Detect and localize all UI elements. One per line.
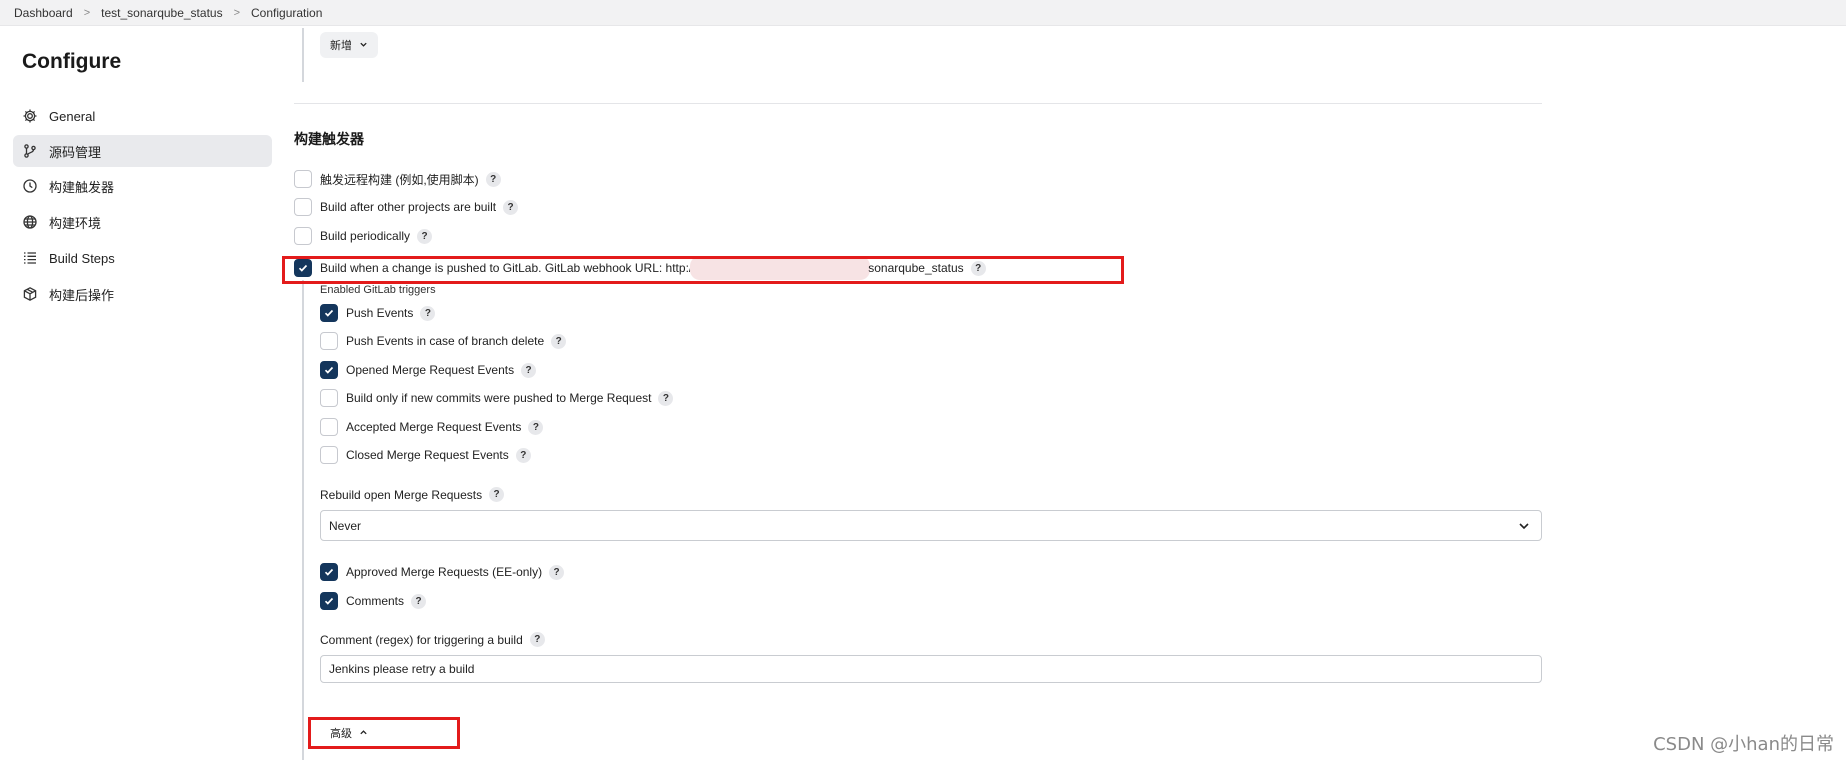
help-icon[interactable]: ? — [529, 632, 545, 647]
rebuild-mr-label: Rebuild open Merge Requests — [320, 487, 483, 502]
trigger-comments[interactable]: Comments ? — [320, 592, 427, 610]
trigger-remote-build[interactable]: 触发远程构建 (例如,使用脚本) ? — [294, 170, 501, 188]
check-icon — [324, 568, 334, 576]
check-icon — [324, 597, 334, 605]
sidebar-item-label: 源码管理 — [49, 144, 102, 160]
sidebar-item-build-steps[interactable]: Build Steps — [13, 242, 272, 274]
clock-icon — [22, 178, 38, 194]
globe-icon — [22, 214, 38, 230]
highlight-box-advanced — [308, 717, 460, 749]
sidebar-item-label: 构建后操作 — [49, 287, 115, 303]
trigger-label: Build periodically — [320, 229, 411, 243]
checkbox-checked[interactable] — [320, 563, 338, 581]
help-icon[interactable]: ? — [411, 593, 427, 609]
gitlab-triggers-label: Enabled GitLab triggers — [320, 284, 436, 296]
sidebar-item-label: Build Steps — [49, 250, 115, 266]
help-icon[interactable]: ? — [485, 171, 501, 187]
section-guide-line — [302, 280, 304, 760]
help-icon[interactable]: ? — [420, 305, 436, 321]
trigger-approved-mr[interactable]: Approved Merge Requests (EE-only) ? — [320, 563, 565, 581]
comment-regex-label-row: Comment (regex) for triggering a build ? — [320, 632, 545, 647]
rebuild-mr-label-row: Rebuild open Merge Requests ? — [320, 487, 505, 502]
rebuild-mr-select[interactable]: Never — [320, 510, 1542, 541]
help-icon[interactable]: ? — [417, 228, 433, 244]
checkbox[interactable] — [294, 198, 312, 216]
sidebar-item-general[interactable]: General — [13, 100, 272, 132]
trigger-label: 触发远程构建 (例如,使用脚本) — [320, 172, 479, 187]
checkbox[interactable] — [320, 446, 338, 464]
breadcrumb: Dashboard > test_sonarqube_status > Conf… — [0, 0, 1846, 26]
checkbox-checked[interactable] — [320, 304, 338, 322]
trigger-build-periodically[interactable]: Build periodically ? — [294, 227, 433, 245]
sidebar-item-post-build[interactable]: 构建后操作 — [13, 278, 272, 310]
trigger-after-other-projects[interactable]: Build after other projects are built ? — [294, 198, 519, 216]
gitlab-trigger-accepted-mr[interactable]: Accepted Merge Request Events ? — [320, 418, 544, 436]
highlight-box-gitlab-trigger — [282, 256, 1124, 284]
comment-regex-input[interactable] — [320, 655, 1542, 683]
add-dropdown-button[interactable]: 新增 — [320, 32, 378, 58]
comment-regex-label: Comment (regex) for triggering a build — [320, 632, 523, 647]
list-icon — [22, 250, 38, 266]
check-icon — [324, 309, 334, 317]
section-title: 构建触发器 — [294, 131, 364, 147]
trigger-label: Comments — [346, 594, 405, 608]
sidebar-item-build-triggers[interactable]: 构建触发器 — [13, 170, 272, 202]
page-title: Configure — [22, 50, 122, 73]
breadcrumb-separator: > — [233, 6, 241, 19]
trigger-label: Build only if new commits were pushed to… — [346, 391, 652, 405]
checkbox[interactable] — [294, 227, 312, 245]
help-icon[interactable]: ? — [528, 419, 544, 435]
help-icon[interactable]: ? — [551, 333, 567, 349]
checkbox[interactable] — [320, 418, 338, 436]
chevron-down-icon — [1517, 519, 1531, 533]
gitlab-trigger-push-events[interactable]: Push Events ? — [320, 304, 436, 322]
sidebar-item-build-env[interactable]: 构建环境 — [13, 206, 272, 238]
help-icon[interactable]: ? — [489, 487, 505, 502]
breadcrumb-configuration[interactable]: Configuration — [251, 6, 322, 20]
branch-icon — [22, 143, 38, 159]
rebuild-mr-value: Never — [329, 518, 362, 533]
gear-icon — [22, 108, 38, 124]
gitlab-trigger-opened-mr[interactable]: Opened Merge Request Events ? — [320, 361, 537, 379]
gitlab-trigger-closed-mr[interactable]: Closed Merge Request Events ? — [320, 446, 531, 464]
package-icon — [22, 286, 38, 302]
checkbox[interactable] — [294, 170, 312, 188]
help-icon[interactable]: ? — [515, 447, 531, 463]
trigger-label: Build after other projects are built — [320, 200, 497, 214]
trigger-label: Push Events in case of branch delete — [346, 334, 545, 348]
gitlab-trigger-new-commits-mr[interactable]: Build only if new commits were pushed to… — [320, 389, 674, 407]
help-icon[interactable]: ? — [658, 390, 674, 406]
trigger-label: Opened Merge Request Events — [346, 363, 515, 377]
checkbox[interactable] — [320, 332, 338, 350]
breadcrumb-dashboard[interactable]: Dashboard — [14, 6, 73, 20]
trigger-label: Approved Merge Requests (EE-only) — [346, 565, 543, 579]
checkbox-checked[interactable] — [320, 592, 338, 610]
gitlab-trigger-push-branch-delete[interactable]: Push Events in case of branch delete ? — [320, 332, 567, 350]
help-icon[interactable]: ? — [503, 199, 519, 215]
breadcrumb-project[interactable]: test_sonarqube_status — [101, 6, 222, 20]
checkbox[interactable] — [320, 389, 338, 407]
sidebar-item-label: 构建触发器 — [49, 179, 115, 195]
trigger-label: Closed Merge Request Events — [346, 448, 509, 462]
checkbox-checked[interactable] — [320, 361, 338, 379]
sidebar-item-scm[interactable]: 源码管理 — [13, 135, 272, 167]
trigger-label: Accepted Merge Request Events — [346, 420, 522, 434]
check-icon — [324, 366, 334, 374]
sidebar-item-label: General — [49, 108, 96, 124]
help-icon[interactable]: ? — [521, 362, 537, 378]
section-divider — [294, 103, 1542, 104]
chevron-down-icon — [359, 40, 368, 51]
sidebar-item-label: 构建环境 — [49, 215, 102, 231]
section-guide-line — [302, 28, 304, 82]
help-icon[interactable]: ? — [549, 564, 565, 580]
add-button-label: 新增 — [330, 40, 352, 52]
trigger-label: Push Events — [346, 306, 414, 320]
breadcrumb-separator: > — [83, 6, 91, 19]
watermark: CSDN @小han的日常 — [1653, 734, 1834, 755]
